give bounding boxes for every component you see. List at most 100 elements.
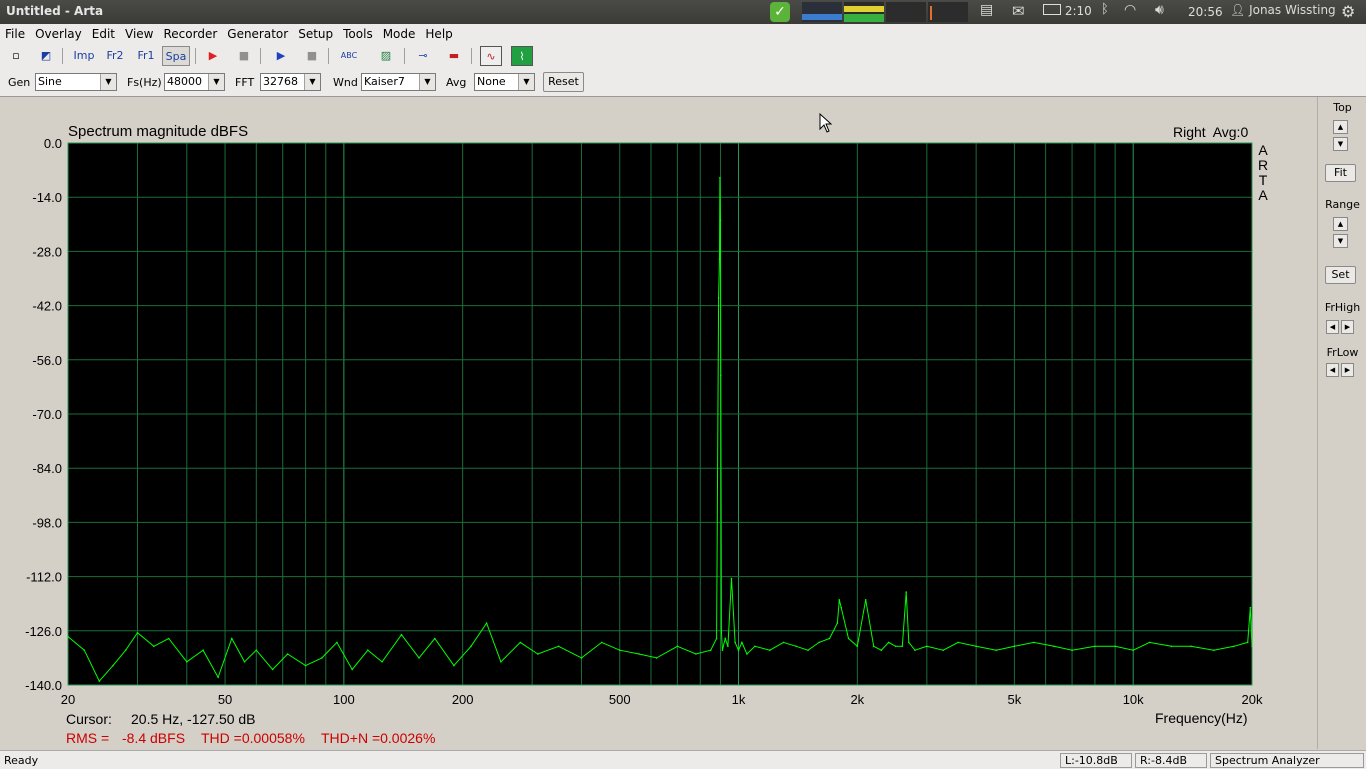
reset-button[interactable]: Reset bbox=[543, 72, 584, 92]
menu-tools[interactable]: Tools bbox=[338, 24, 378, 41]
spectrum-point bbox=[719, 177, 721, 179]
level-icon[interactable]: ▬ bbox=[443, 46, 465, 66]
wifi-icon[interactable]: ◠ bbox=[1124, 2, 1142, 22]
spectrum-point bbox=[676, 645, 679, 648]
spectrum-point bbox=[381, 661, 383, 663]
window-select[interactable]: Kaiser7 ▼ bbox=[361, 73, 436, 91]
record-icon[interactable]: ▶ bbox=[202, 46, 224, 66]
brand-letter: T bbox=[1258, 172, 1268, 188]
spectrum-chart[interactable]: 0.0 -14.0 -28.0 -42.0 -56.0 -70.0 -84.0 -98.0 -1… bbox=[0, 97, 1316, 749]
spectrum-point bbox=[995, 649, 998, 651]
spectrum-point bbox=[1170, 645, 1173, 648]
hatch-icon[interactable]: ▨ bbox=[375, 46, 397, 66]
menu-edit[interactable]: Edit bbox=[87, 24, 120, 41]
spa-mode-button[interactable]: Spa bbox=[162, 46, 190, 66]
spectrum-icon[interactable]: ⌇ bbox=[511, 46, 533, 66]
clipboard-icon[interactable]: ▤ bbox=[980, 2, 998, 22]
frlow-left-button[interactable]: ◀ bbox=[1326, 363, 1339, 377]
top-label: Top bbox=[1333, 101, 1352, 114]
control-bar: Gen Sine ▼ Fs(Hz) 48000 ▼ FFT 32768 ▼ Wn… bbox=[0, 69, 1366, 97]
top-down-button[interactable]: ▼ bbox=[1333, 137, 1348, 151]
user-menu[interactable]: 👤︎ Jonas Wissting bbox=[1230, 3, 1336, 23]
spectrum-point bbox=[727, 645, 729, 648]
scope-icon[interactable]: ∿ bbox=[480, 46, 502, 66]
abc-icon[interactable]: ABC bbox=[337, 46, 361, 66]
spectrum-point bbox=[500, 661, 502, 663]
x-tick-label: 500 bbox=[609, 692, 631, 707]
window-title: Untitled - Arta bbox=[6, 4, 104, 18]
fr1-mode-button[interactable]: Fr1 bbox=[132, 46, 160, 66]
frlow-right-button[interactable]: ▶ bbox=[1341, 363, 1354, 377]
fr2-mode-button[interactable]: Fr2 bbox=[101, 46, 129, 66]
clock[interactable]: 20:56 bbox=[1188, 5, 1223, 25]
play-icon[interactable]: ▶ bbox=[270, 46, 292, 66]
stop-record-icon[interactable]: ■ bbox=[233, 46, 255, 66]
open-file-icon[interactable]: ◩ bbox=[35, 46, 57, 66]
spectrum-point bbox=[231, 637, 233, 640]
mail-icon[interactable]: ✉ bbox=[1012, 2, 1030, 22]
spectrum-point bbox=[1246, 641, 1249, 644]
averaging-select[interactable]: None ▼ bbox=[474, 73, 535, 91]
menu-mode[interactable]: Mode bbox=[378, 24, 421, 41]
new-file-icon[interactable]: ▫ bbox=[5, 46, 27, 66]
menu-view[interactable]: View bbox=[120, 24, 158, 41]
top-up-button[interactable]: ▲ bbox=[1333, 120, 1348, 134]
spectrum-point bbox=[887, 641, 890, 644]
spectrum-point bbox=[721, 649, 724, 651]
spectrum-point bbox=[1190, 645, 1192, 648]
generator-icon[interactable]: ⊸ bbox=[412, 46, 434, 66]
menu-overlay[interactable]: Overlay bbox=[30, 24, 87, 41]
frhigh-right-button[interactable]: ▶ bbox=[1341, 320, 1354, 334]
range-down-button[interactable]: ▼ bbox=[1333, 234, 1348, 248]
spectrum-point bbox=[1013, 645, 1016, 648]
spectrum-point bbox=[807, 649, 809, 651]
spectrum-point bbox=[737, 649, 740, 651]
thd-readout: THD =0.00058% bbox=[201, 730, 305, 746]
spectrum-point bbox=[894, 645, 897, 648]
fit-button[interactable]: Fit bbox=[1325, 164, 1356, 182]
status-right-level: R:-8.4dB bbox=[1135, 753, 1207, 768]
range-up-button[interactable]: ▲ bbox=[1333, 217, 1348, 231]
spectrum-point bbox=[818, 641, 820, 644]
bluetooth-icon[interactable]: ᛒ bbox=[1101, 2, 1113, 22]
fft-size-select[interactable]: 32768 ▼ bbox=[260, 73, 321, 91]
impulse-mode-button[interactable]: Imp bbox=[70, 46, 98, 66]
spectrum-point bbox=[864, 599, 867, 601]
battery-time: 2:10 bbox=[1064, 4, 1092, 18]
spectrum-point bbox=[321, 657, 323, 659]
brand-letter: A bbox=[1258, 187, 1268, 203]
toolbar-separator bbox=[62, 48, 63, 64]
update-check-icon[interactable]: ✓ bbox=[770, 2, 792, 22]
spectrum-point bbox=[537, 653, 539, 655]
spectrum-point bbox=[746, 653, 748, 655]
spectrum-point bbox=[905, 591, 907, 593]
generator-select[interactable]: Sine ▼ bbox=[35, 73, 117, 91]
frhigh-left-button[interactable]: ◀ bbox=[1326, 320, 1339, 334]
menu-setup[interactable]: Setup bbox=[293, 24, 338, 41]
x-tick-label: 1k bbox=[732, 692, 746, 707]
y-tick-label: -14.0 bbox=[32, 190, 62, 205]
spectrum-point bbox=[914, 649, 916, 651]
menu-recorder[interactable]: Recorder bbox=[158, 24, 222, 41]
spectrum-point bbox=[83, 649, 86, 651]
settings-gear-icon[interactable]: ⚙ bbox=[1341, 2, 1355, 22]
menu-file[interactable]: File bbox=[0, 24, 30, 41]
spectrum-point bbox=[1071, 649, 1073, 651]
averaging-select-value: None bbox=[477, 75, 506, 88]
spectrum-point bbox=[769, 649, 771, 651]
set-button[interactable]: Set bbox=[1325, 266, 1356, 284]
samplerate-select[interactable]: 48000 ▼ bbox=[164, 73, 225, 91]
menu-generator[interactable]: Generator bbox=[222, 24, 293, 41]
wnd-label: Wnd bbox=[333, 76, 358, 89]
stop-icon[interactable]: ■ bbox=[301, 46, 323, 66]
spectrum-point bbox=[112, 664, 114, 667]
spectrum-point bbox=[730, 577, 733, 580]
spectrum-point bbox=[434, 637, 436, 640]
battery-indicator[interactable]: 2:10 bbox=[1043, 2, 1101, 22]
menu-help[interactable]: Help bbox=[420, 24, 457, 41]
volume-icon[interactable]: 🔊︎ bbox=[1155, 2, 1175, 22]
y-tick-label: -70.0 bbox=[32, 407, 62, 422]
title-bar: Untitled - Arta ✓ ▤ ✉ 2:10 ᛒ ◠ 🔊︎ 20:56 … bbox=[0, 0, 1366, 24]
samplerate-select-value: 48000 bbox=[167, 75, 202, 88]
toolbar-separator bbox=[471, 48, 472, 64]
